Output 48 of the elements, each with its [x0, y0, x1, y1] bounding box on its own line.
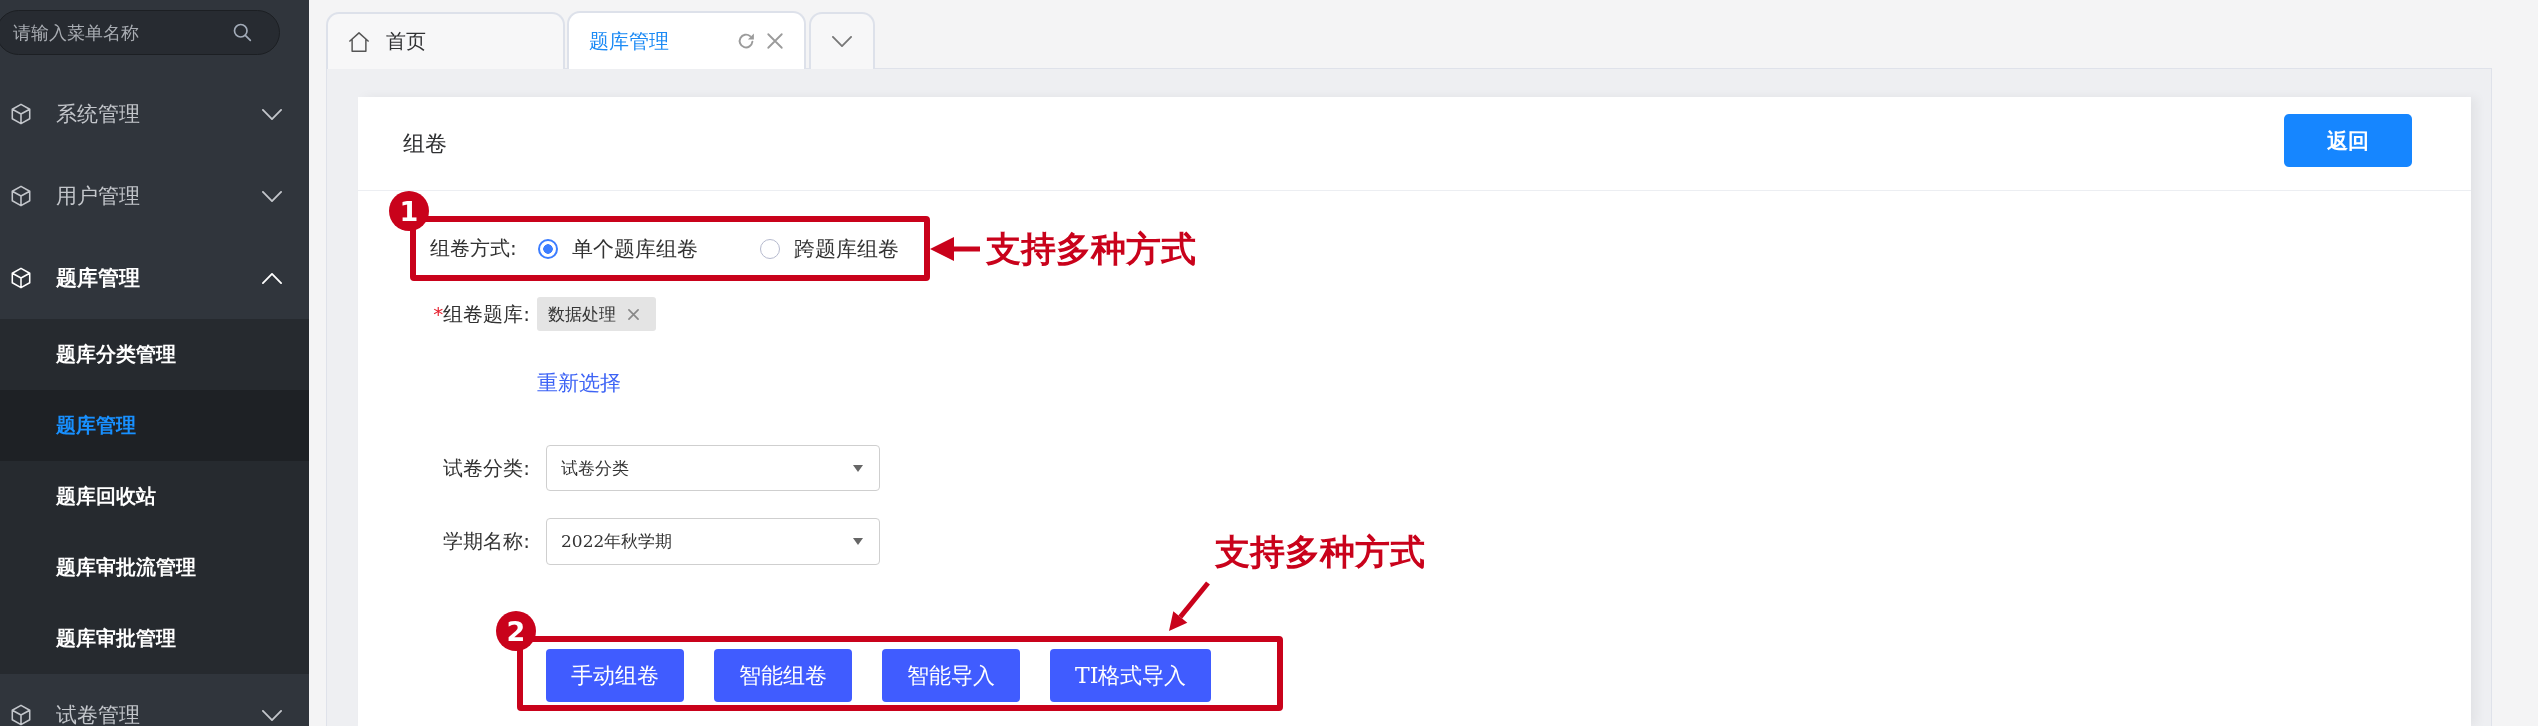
close-icon[interactable]: [628, 308, 639, 320]
form-label: 学期名称:: [442, 528, 530, 555]
menu-item[interactable]: 系统管理: [0, 73, 309, 155]
back-button[interactable]: 返回: [2284, 114, 2412, 167]
tab[interactable]: 首页: [326, 12, 565, 69]
submenu-item[interactable]: 题库分类管理: [0, 319, 309, 390]
chevron-down-icon: [262, 190, 282, 202]
refresh-icon[interactable]: [737, 32, 755, 50]
chevron-down-icon: [832, 36, 852, 47]
cube-icon: [10, 704, 32, 726]
select-field[interactable]: 试卷分类: [546, 445, 880, 491]
submenu-item[interactable]: 题库管理: [0, 390, 309, 461]
radio-option[interactable]: 单个题库组卷: [538, 234, 698, 263]
tag-text: 数据处理: [548, 302, 616, 326]
home-icon: [348, 30, 370, 53]
cube-icon: [10, 267, 32, 289]
form-label: 组卷方式:: [430, 235, 518, 262]
close-icon[interactable]: [766, 32, 784, 50]
caret-icon: [853, 464, 863, 472]
callout-text: 支持多种方式: [1215, 533, 1425, 571]
action-button[interactable]: TI格式导入: [1050, 649, 1212, 702]
cube-icon: [10, 103, 32, 125]
submenu-item[interactable]: 题库回收站: [0, 461, 309, 532]
form-label: *组卷题库:: [432, 300, 530, 328]
search-icon[interactable]: [232, 22, 252, 42]
menu-item[interactable]: 题库管理: [0, 237, 309, 319]
tab[interactable]: 题库管理: [567, 11, 806, 69]
form-label: 试卷分类:: [442, 454, 530, 482]
callout-text: 支持多种方式: [986, 229, 1196, 268]
action-button[interactable]: 智能导入: [882, 649, 1020, 702]
chevron-down-icon: [262, 709, 282, 721]
select-field[interactable]: 2022年秋学期: [546, 518, 880, 565]
cube-icon: [10, 185, 32, 207]
chevron-up-icon: [262, 272, 282, 284]
caret-icon: [853, 538, 863, 545]
step-badge: 1: [389, 191, 429, 231]
card-title: 组卷: [403, 129, 447, 158]
search-field[interactable]: 请输入菜单名称: [0, 10, 280, 55]
radio-option[interactable]: 跨题库组卷: [760, 234, 899, 263]
menu-item[interactable]: 试卷管理: [0, 674, 309, 726]
menu-item[interactable]: 用户管理: [0, 155, 309, 237]
action-button[interactable]: 智能组卷: [714, 649, 852, 702]
reselect-link[interactable]: 重新选择: [537, 369, 621, 397]
submenu-item[interactable]: 题库审批管理: [0, 603, 309, 674]
submenu-item[interactable]: 题库审批流管理: [0, 532, 309, 603]
chevron-down-icon: [262, 108, 282, 120]
action-button[interactable]: 手动组卷: [546, 649, 684, 702]
step-badge: 2: [496, 611, 536, 651]
